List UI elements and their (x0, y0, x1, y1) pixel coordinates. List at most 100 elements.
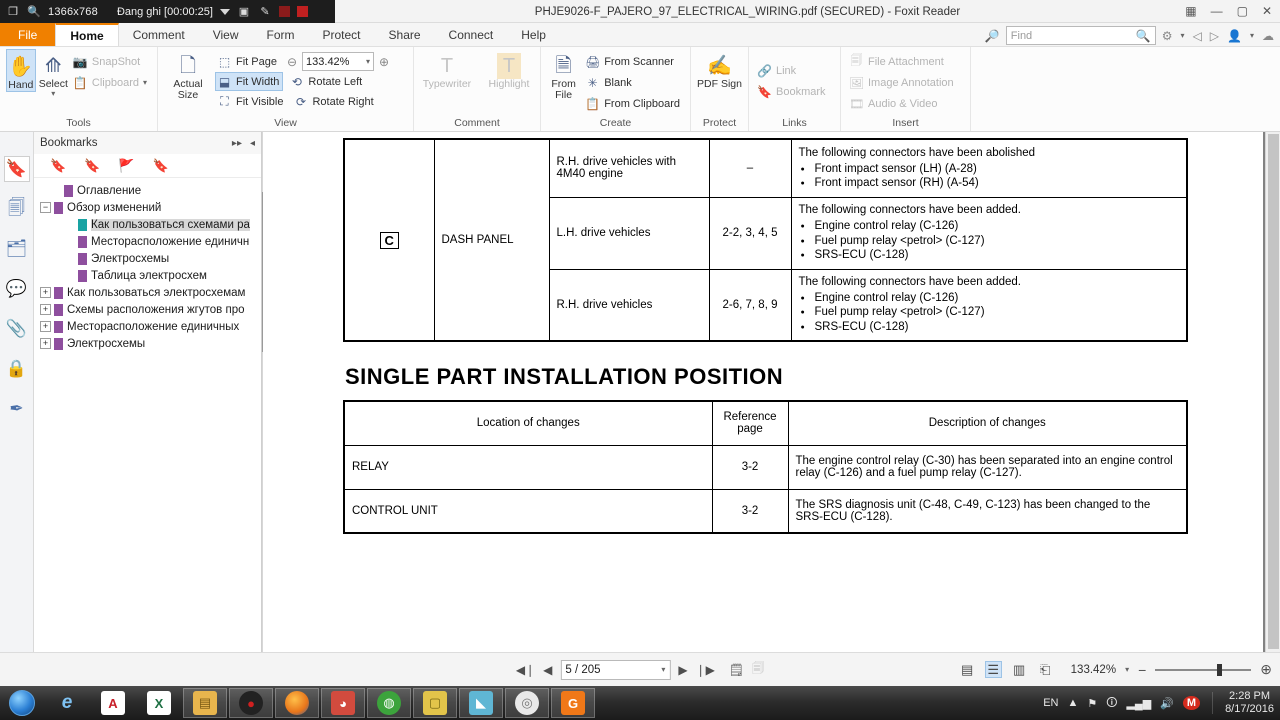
bookmark-item[interactable]: − Обзор изменений (40, 199, 261, 216)
taskbar-item-file-explorer[interactable]: ▤ (183, 688, 227, 718)
taskbar-item-browser[interactable]: ◍ (367, 688, 411, 718)
recorder-magnifier-icon[interactable]: 🔍 (27, 5, 41, 19)
security-lock-icon[interactable]: 🔒 (4, 356, 30, 382)
taskbar-item-screen-recorder[interactable]: ● (229, 688, 273, 718)
from-file-button[interactable]: 🗎 From File (547, 49, 580, 101)
tab-protect[interactable]: Protect (309, 23, 375, 46)
expand-panel-icon[interactable]: ▸▸ (232, 138, 242, 149)
taskbar-item-adobe-reader[interactable]: A (91, 688, 135, 718)
taskbar-item-media[interactable]: ◣ (459, 688, 503, 718)
recorder-window-icon[interactable]: ❐ (6, 5, 20, 19)
bookmark-item-selected[interactable]: Как пользоваться схемами ра (40, 216, 261, 233)
taskbar-item-foxit-pdf[interactable]: G (551, 688, 595, 718)
taskbar-item-excel[interactable]: X (137, 688, 181, 718)
collapse-panel-icon[interactable]: ◂ (250, 138, 255, 149)
fit-width-button[interactable]: ⬓ Fit Width (215, 72, 284, 91)
layers-icon[interactable]: 🗂 (4, 236, 30, 262)
tab-help[interactable]: Help (507, 23, 560, 46)
expander-icon[interactable]: + (40, 321, 51, 332)
split-view-icon[interactable]: ⎗ (1037, 661, 1054, 678)
document-viewport[interactable]: C DASH PANEL R.H. drive vehicles with 4M… (262, 132, 1280, 686)
last-page-button[interactable]: ❘▶ (696, 663, 715, 677)
file-attachment-button[interactable]: 🗐 File Attachment (847, 52, 958, 71)
expander-icon[interactable]: + (40, 287, 51, 298)
paste-page-icon[interactable]: 🗒 (729, 663, 744, 677)
image-annotation-button[interactable]: 🖼 Image Annotation (847, 73, 958, 92)
hand-tool-button[interactable]: ✋ Hand (6, 49, 36, 93)
recorder-dropdown-caret-icon[interactable] (219, 8, 230, 15)
account-icon[interactable]: 👤 (1225, 29, 1244, 43)
bookmark-item[interactable]: + Как пользоваться электросхемам (40, 284, 261, 301)
actual-size-button[interactable]: 🗋 Actual Size (164, 49, 212, 101)
tab-connect[interactable]: Connect (435, 23, 508, 46)
copy-page-icon[interactable]: 🗐 (752, 659, 764, 680)
scrollbar-thumb[interactable] (1268, 134, 1279, 649)
clipboard-button[interactable]: 📋 Clipboard ▾ (71, 73, 151, 92)
rotate-right-button[interactable]: ⟳ Rotate Right (291, 92, 377, 111)
highlight-button[interactable]: T Highlight (484, 49, 534, 90)
new-bookmark-icon[interactable]: 🔖 (50, 158, 66, 174)
taskbar-item-internet-explorer[interactable]: e (45, 688, 89, 718)
zoom-preset-caret-icon[interactable]: ▾ (1125, 665, 1129, 674)
pages-icon[interactable]: 🗐 (4, 196, 30, 222)
fit-page-button[interactable]: ⬚ Fit Page (215, 52, 281, 71)
previous-page-button[interactable]: ◀ (543, 663, 552, 677)
tab-view[interactable]: View (199, 23, 253, 46)
gear-icon[interactable]: ⚙ (1160, 29, 1175, 43)
find-icon[interactable]: 🔎 (983, 29, 1002, 43)
minimize-button[interactable]: — (1211, 4, 1223, 18)
fit-visible-button[interactable]: ⛶ Fit Visible (215, 92, 287, 111)
link-button[interactable]: 🔗 Link (755, 61, 830, 80)
help-circle-icon[interactable]: ☁ (1260, 29, 1276, 43)
bookmark-item[interactable]: Электросхемы (40, 250, 261, 267)
snapshot-button[interactable]: 📷 SnapShot (71, 52, 151, 71)
bookmark-item[interactable]: Оглавление (40, 182, 261, 199)
expander-icon[interactable]: − (40, 202, 51, 213)
taskbar-item-firefox[interactable] (275, 688, 319, 718)
clipboard-caret-icon[interactable]: ▾ (143, 78, 147, 87)
taskbar-item-paint[interactable]: ◕ (321, 688, 365, 718)
goto-bookmark-icon[interactable]: 🚩 (118, 158, 134, 174)
tab-file[interactable]: File (0, 23, 56, 46)
mail-icon[interactable]: M (1182, 696, 1201, 710)
language-indicator[interactable]: EN (1043, 697, 1058, 709)
recorder-pencil-icon[interactable]: ✎ (258, 5, 272, 19)
tab-form[interactable]: Form (253, 23, 309, 46)
rotate-left-button[interactable]: ⟲ Rotate Left (287, 72, 366, 91)
maximize-button[interactable]: ▢ (1237, 4, 1248, 18)
prev-view-icon[interactable]: ◁ (1191, 29, 1204, 43)
zoom-in-icon[interactable]: ⊕ (377, 55, 391, 69)
account-caret-icon[interactable]: ▾ (1248, 31, 1256, 40)
action-center-icon[interactable]: 🛈 (1106, 694, 1117, 713)
tab-comment[interactable]: Comment (119, 23, 199, 46)
comments-icon[interactable]: 💬 (4, 276, 30, 302)
zoom-out-icon[interactable]: ⊖ (285, 55, 299, 69)
zoom-level-input[interactable]: 133.42% ▾ (302, 52, 375, 71)
page-number-input[interactable]: 5 / 205 ▾ (560, 659, 671, 680)
search-input[interactable]: Find 🔍 (1005, 26, 1156, 45)
zoom-caret-icon[interactable]: ▾ (366, 57, 370, 66)
first-page-button[interactable]: ◀❘ (516, 663, 535, 677)
tab-share[interactable]: Share (375, 23, 435, 46)
bookmark-item[interactable]: + Схемы расположения жгутов про (40, 301, 261, 318)
select-caret-icon[interactable]: ▾ (51, 89, 55, 98)
audio-video-button[interactable]: 🎞 Audio & Video (847, 94, 958, 113)
close-button[interactable]: ✕ (1262, 4, 1272, 18)
start-button[interactable] (0, 687, 44, 719)
bookmark-item[interactable]: + Электросхемы (40, 335, 261, 352)
taskbar-item-notes[interactable]: ▢ (413, 688, 457, 718)
from-scanner-button[interactable]: 🖨 From Scanner (583, 52, 684, 71)
zoom-out-button[interactable]: − (1138, 662, 1146, 678)
flag-icon[interactable]: ⚑ (1087, 697, 1097, 710)
show-hidden-icons-button[interactable]: ▲ (1067, 697, 1078, 709)
gear-caret-icon[interactable]: ▾ (1179, 31, 1187, 40)
attachments-icon[interactable]: 📎 (4, 316, 30, 342)
bookmark-item[interactable]: Месторасположение единичн (40, 233, 261, 250)
expander-icon[interactable]: + (40, 338, 51, 349)
recorder-stop-button[interactable] (296, 6, 308, 17)
bookmark-item[interactable]: Таблица электросхем (40, 267, 261, 284)
bookmark-button[interactable]: 🔖 Bookmark (755, 82, 830, 101)
bookmarks-icon[interactable]: 🔖 (3, 156, 30, 182)
select-tool-button[interactable]: ⟰ Select ▾ (39, 49, 68, 98)
from-clipboard-button[interactable]: 📋 From Clipboard (583, 94, 684, 113)
